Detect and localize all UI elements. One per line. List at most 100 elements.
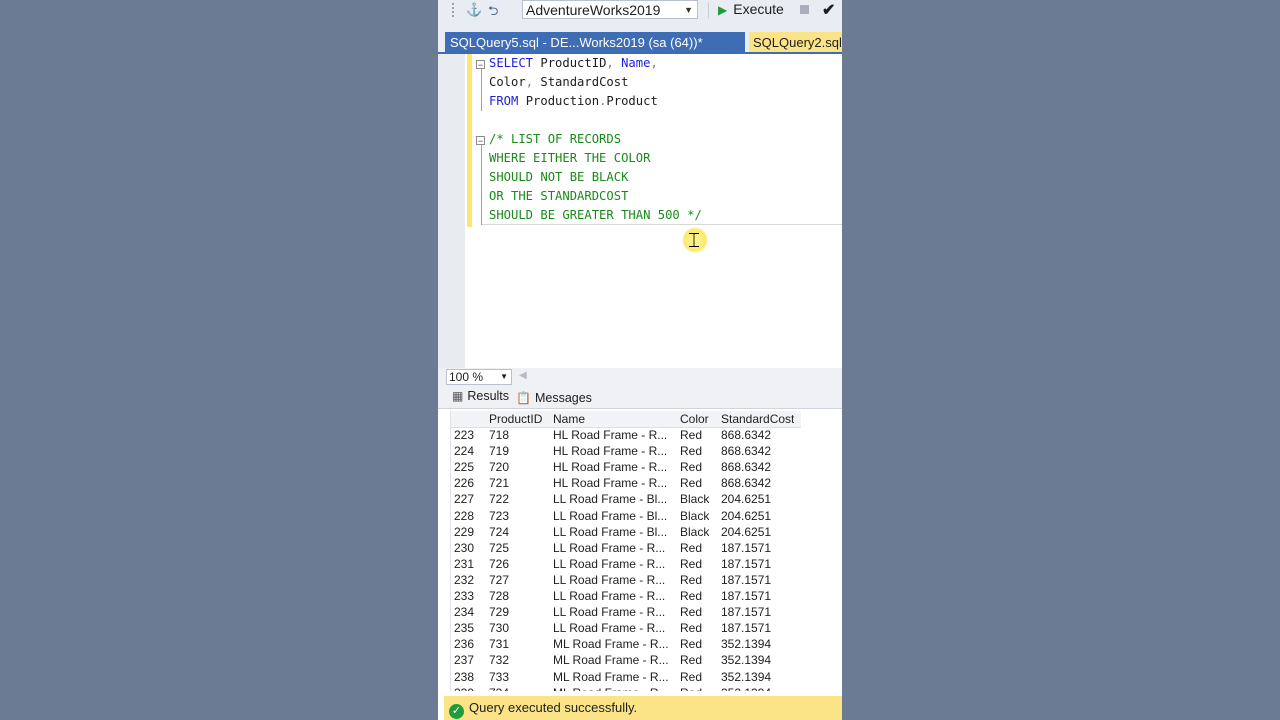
cell-color[interactable]: Red: [680, 556, 702, 572]
stop-icon[interactable]: [800, 5, 809, 14]
tab-sqlquery5[interactable]: SQLQuery5.sql - DE...Works2019 (sa (64))…: [445, 32, 745, 53]
toolbar-grip[interactable]: [452, 3, 458, 17]
cell-standardcost[interactable]: 868.6342: [721, 459, 771, 475]
cell-productid[interactable]: 726: [489, 556, 509, 572]
table-row[interactable]: 223 718 HL Road Frame - R... Red 868.6342: [451, 427, 801, 443]
cell-productid[interactable]: 721: [489, 475, 509, 491]
table-row[interactable]: 229 724 LL Road Frame - Bl... Black 204.6251: [451, 524, 801, 540]
tab-sqlquery2[interactable]: SQLQuery2.sql: [749, 32, 842, 53]
cell-productid[interactable]: 729: [489, 604, 509, 620]
cell-color[interactable]: Red: [680, 636, 702, 652]
table-row[interactable]: 234 729 LL Road Frame - R... Red 187.1571: [451, 604, 801, 620]
cell-productid[interactable]: 730: [489, 620, 509, 636]
table-row[interactable]: 231 726 LL Road Frame - R... Red 187.1571: [451, 556, 801, 572]
table-row[interactable]: 225 720 HL Road Frame - R... Red 868.6342: [451, 459, 801, 475]
debug-pin-icon[interactable]: ⚓: [466, 2, 482, 18]
cell-color[interactable]: Red: [680, 572, 702, 588]
cell-productid[interactable]: 733: [489, 669, 509, 685]
cell-name[interactable]: HL Road Frame - R...: [553, 475, 667, 491]
cell-productid[interactable]: 727: [489, 572, 509, 588]
cell-productid[interactable]: 732: [489, 652, 509, 668]
table-row[interactable]: 224 719 HL Road Frame - R... Red 868.6342: [451, 443, 801, 459]
cell-color[interactable]: Red: [680, 604, 702, 620]
cell-name[interactable]: LL Road Frame - Bl...: [553, 491, 667, 507]
cell-name[interactable]: ML Road Frame - R...: [553, 685, 669, 691]
cell-productid[interactable]: 725: [489, 540, 509, 556]
cell-standardcost[interactable]: 352.1394: [721, 669, 771, 685]
column-header-name[interactable]: Name: [553, 411, 585, 427]
tab-results[interactable]: ▦ Results: [452, 389, 509, 403]
cell-color[interactable]: Red: [680, 652, 702, 668]
scroll-left-icon[interactable]: ◀: [519, 370, 527, 381]
cell-productid[interactable]: 718: [489, 427, 509, 443]
table-row[interactable]: 232 727 LL Road Frame - R... Red 187.1571: [451, 572, 801, 588]
table-row[interactable]: 235 730 LL Road Frame - R... Red 187.1571: [451, 620, 801, 636]
cell-standardcost[interactable]: 187.1571: [721, 572, 771, 588]
cell-color[interactable]: Red: [680, 427, 702, 443]
cell-standardcost[interactable]: 204.6251: [721, 491, 771, 507]
cell-name[interactable]: ML Road Frame - R...: [553, 636, 669, 652]
cell-standardcost[interactable]: 868.6342: [721, 475, 771, 491]
cell-name[interactable]: LL Road Frame - Bl...: [553, 524, 667, 540]
cell-color[interactable]: Red: [680, 459, 702, 475]
cell-name[interactable]: HL Road Frame - R...: [553, 443, 667, 459]
table-row[interactable]: 239 734 ML Road Frame - R... Red 352.1394: [451, 685, 801, 691]
cell-color[interactable]: Red: [680, 588, 702, 604]
cell-name[interactable]: HL Road Frame - R...: [553, 427, 667, 443]
table-row[interactable]: 237 732 ML Road Frame - R... Red 352.1394: [451, 652, 801, 668]
cell-color[interactable]: Red: [680, 540, 702, 556]
cell-color[interactable]: Red: [680, 669, 702, 685]
table-row[interactable]: 236 731 ML Road Frame - R... Red 352.1394: [451, 636, 801, 652]
cell-name[interactable]: LL Road Frame - R...: [553, 588, 665, 604]
table-row[interactable]: 227 722 LL Road Frame - Bl... Black 204.6251: [451, 491, 801, 507]
cell-standardcost[interactable]: 187.1571: [721, 540, 771, 556]
cell-color[interactable]: Red: [680, 443, 702, 459]
cell-productid[interactable]: 731: [489, 636, 509, 652]
cell-productid[interactable]: 728: [489, 588, 509, 604]
cell-standardcost[interactable]: 868.6342: [721, 427, 771, 443]
cell-standardcost[interactable]: 352.1394: [721, 636, 771, 652]
database-select[interactable]: AdventureWorks2019 ▼: [522, 0, 698, 19]
cell-standardcost[interactable]: 187.1571: [721, 588, 771, 604]
cell-productid[interactable]: 734: [489, 685, 509, 691]
column-header-productid[interactable]: ProductID: [489, 411, 542, 427]
tab-messages[interactable]: 📋 Messages: [516, 391, 592, 405]
cell-name[interactable]: ML Road Frame - R...: [553, 669, 669, 685]
table-row[interactable]: 238 733 ML Road Frame - R... Red 352.1394: [451, 669, 801, 685]
table-row[interactable]: 228 723 LL Road Frame - Bl... Black 204.6251: [451, 508, 801, 524]
cell-name[interactable]: LL Road Frame - R...: [553, 572, 665, 588]
cell-standardcost[interactable]: 204.6251: [721, 508, 771, 524]
cell-name[interactable]: LL Road Frame - R...: [553, 540, 665, 556]
cell-color[interactable]: Red: [680, 620, 702, 636]
cell-name[interactable]: LL Road Frame - Bl...: [553, 508, 667, 524]
zoom-select[interactable]: 100 % ▼: [446, 369, 512, 385]
cell-name[interactable]: LL Road Frame - R...: [553, 604, 665, 620]
cell-name[interactable]: HL Road Frame - R...: [553, 459, 667, 475]
cell-productid[interactable]: 720: [489, 459, 509, 475]
execute-button[interactable]: ▶ Execute: [718, 0, 784, 20]
table-row[interactable]: 233 728 LL Road Frame - R... Red 187.1571: [451, 588, 801, 604]
collapse-icon[interactable]: −: [476, 60, 485, 70]
cell-standardcost[interactable]: 868.6342: [721, 443, 771, 459]
cell-color[interactable]: Black: [680, 508, 709, 524]
cell-productid[interactable]: 723: [489, 508, 509, 524]
column-header-color[interactable]: Color: [680, 411, 709, 427]
table-row[interactable]: 226 721 HL Road Frame - R... Red 868.6342: [451, 475, 801, 491]
cell-color[interactable]: Black: [680, 491, 709, 507]
cell-productid[interactable]: 724: [489, 524, 509, 540]
cell-standardcost[interactable]: 352.1394: [721, 685, 771, 691]
cell-productid[interactable]: 719: [489, 443, 509, 459]
cell-standardcost[interactable]: 352.1394: [721, 652, 771, 668]
cell-standardcost[interactable]: 187.1571: [721, 556, 771, 572]
table-row[interactable]: 230 725 LL Road Frame - R... Red 187.1571: [451, 540, 801, 556]
cell-color[interactable]: Black: [680, 524, 709, 540]
cell-name[interactable]: LL Road Frame - R...: [553, 620, 665, 636]
collapse-icon[interactable]: −: [476, 136, 485, 146]
cell-standardcost[interactable]: 187.1571: [721, 604, 771, 620]
cell-standardcost[interactable]: 187.1571: [721, 620, 771, 636]
parse-check-icon[interactable]: ✔: [822, 0, 835, 20]
cell-productid[interactable]: 722: [489, 491, 509, 507]
column-header-standardcost[interactable]: StandardCost: [721, 411, 794, 427]
results-grid[interactable]: ProductID Name Color StandardCost 223 718…: [450, 411, 801, 691]
cell-standardcost[interactable]: 204.6251: [721, 524, 771, 540]
